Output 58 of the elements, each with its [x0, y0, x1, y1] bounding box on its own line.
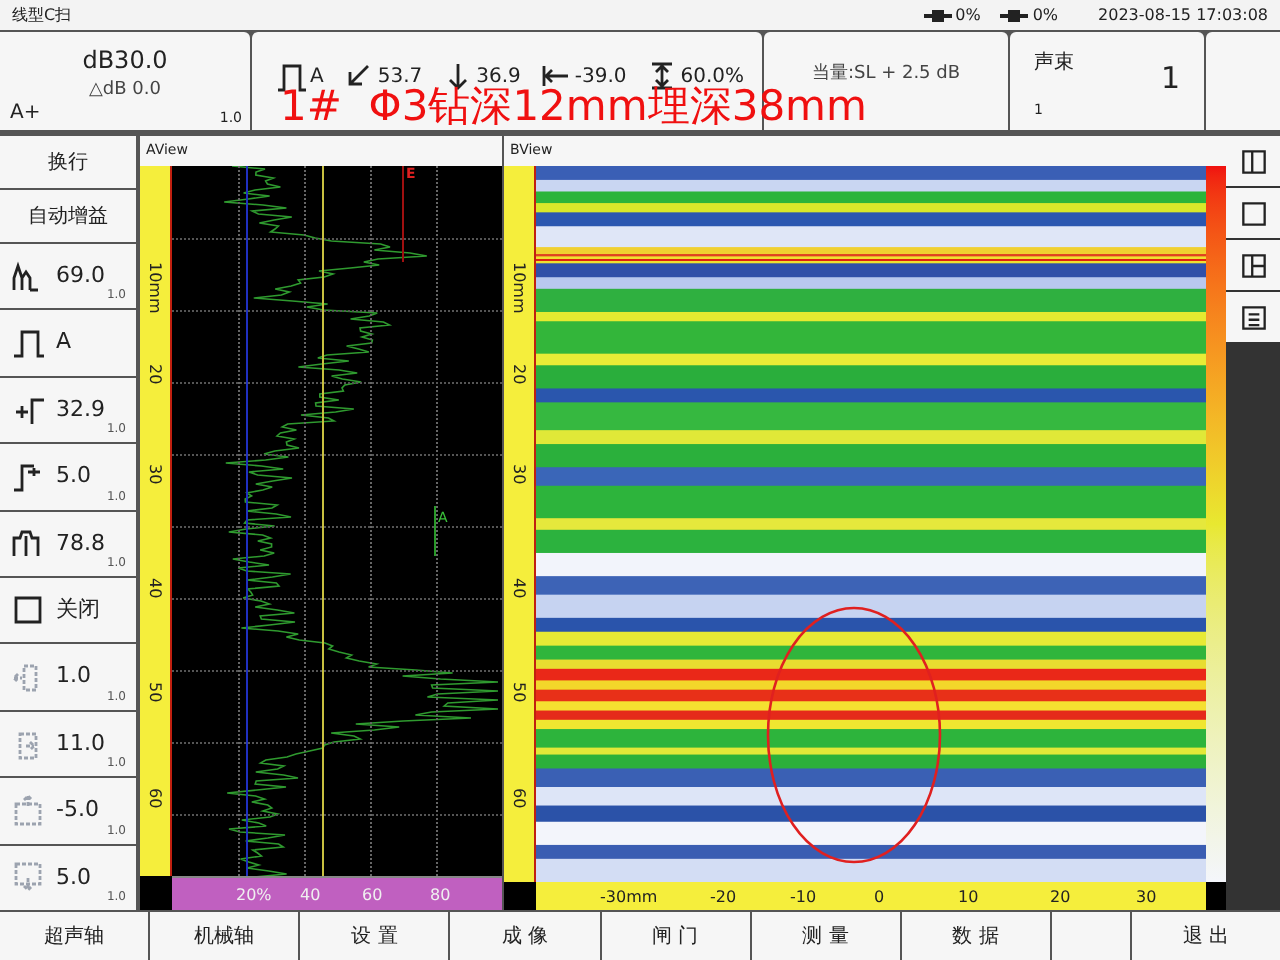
datetime: 2023-08-15 17:03:08: [1098, 3, 1268, 27]
beam-value: 1: [1160, 58, 1180, 100]
reading-value: 60.0%: [680, 64, 745, 88]
ruler-label: 40: [510, 578, 526, 599]
menu-button[interactable]: 设 置: [300, 912, 449, 960]
reading-value: -39.0: [574, 64, 627, 88]
beam-label: 声束: [1034, 49, 1074, 78]
blank-menu-slot: [1051, 912, 1130, 960]
gate-e-marker: [402, 166, 404, 262]
ruler-label: 20: [510, 364, 526, 385]
sidebar-button[interactable]: 自动增益: [0, 190, 136, 242]
menu-button[interactable]: 退 出: [1131, 912, 1280, 960]
ruler-label: 30: [1136, 890, 1157, 906]
delta-gain: △dB 0.0: [89, 78, 161, 104]
menu-button[interactable]: 测 量: [751, 912, 900, 960]
ruler-corner: [140, 876, 172, 910]
ruler-label: 80: [430, 888, 451, 905]
sidebar-button[interactable]: 换行: [0, 136, 136, 188]
ruler-label: 20%: [236, 888, 272, 905]
parameter-button[interactable]: A: [0, 310, 136, 376]
battery-level: 0%: [955, 3, 981, 27]
ruler-corner: [1206, 882, 1226, 910]
ruler-label: -10: [790, 890, 817, 906]
ruler-label: 50: [146, 682, 162, 703]
probe-icon: [923, 9, 952, 21]
equivalent-value: 当量:SL + 2.5 dB: [811, 61, 961, 88]
ruler-label: 50: [510, 682, 526, 703]
menu-button[interactable]: 数 据: [901, 912, 1050, 960]
gate-a-marker: [434, 506, 436, 556]
reading-value: 36.9: [476, 64, 521, 88]
ruler-label: 40: [300, 888, 321, 905]
battery-level: 0%: [1032, 3, 1059, 27]
ruler-label: 30: [510, 464, 526, 485]
ruler-label: 60: [362, 888, 383, 905]
menu-button[interactable]: 超声轴: [0, 912, 149, 960]
reading-value: 53.7: [377, 64, 423, 88]
ruler-label: 10mm: [510, 262, 526, 314]
ruler-label: 0: [874, 890, 885, 906]
ruler-label: -20: [710, 890, 737, 906]
ruler-corner: [504, 882, 536, 910]
ruler-label: 60: [146, 788, 162, 809]
probe-icon: [1000, 9, 1029, 21]
menu-button[interactable]: 闸 门: [601, 912, 750, 960]
gain-mode: A+: [10, 100, 41, 128]
ruler-label: 10: [958, 890, 979, 906]
mode-title: 线型C扫: [12, 3, 72, 27]
ruler-label: 20: [146, 364, 162, 385]
ruler-label: 20: [1050, 890, 1071, 906]
reading-value: A: [310, 64, 324, 89]
ruler-label: 60: [510, 788, 526, 809]
ruler-label: -30mm: [600, 890, 658, 906]
ruler-label: 40: [146, 578, 162, 599]
gain-value: dB30.0: [82, 44, 168, 78]
menu-button[interactable]: 成 像: [450, 912, 599, 960]
parameter-button[interactable]: 关闭: [0, 578, 136, 643]
ruler-label: 30: [146, 464, 162, 485]
menu-button[interactable]: 机械轴: [150, 912, 299, 960]
ruler-label: 10mm: [146, 262, 162, 314]
